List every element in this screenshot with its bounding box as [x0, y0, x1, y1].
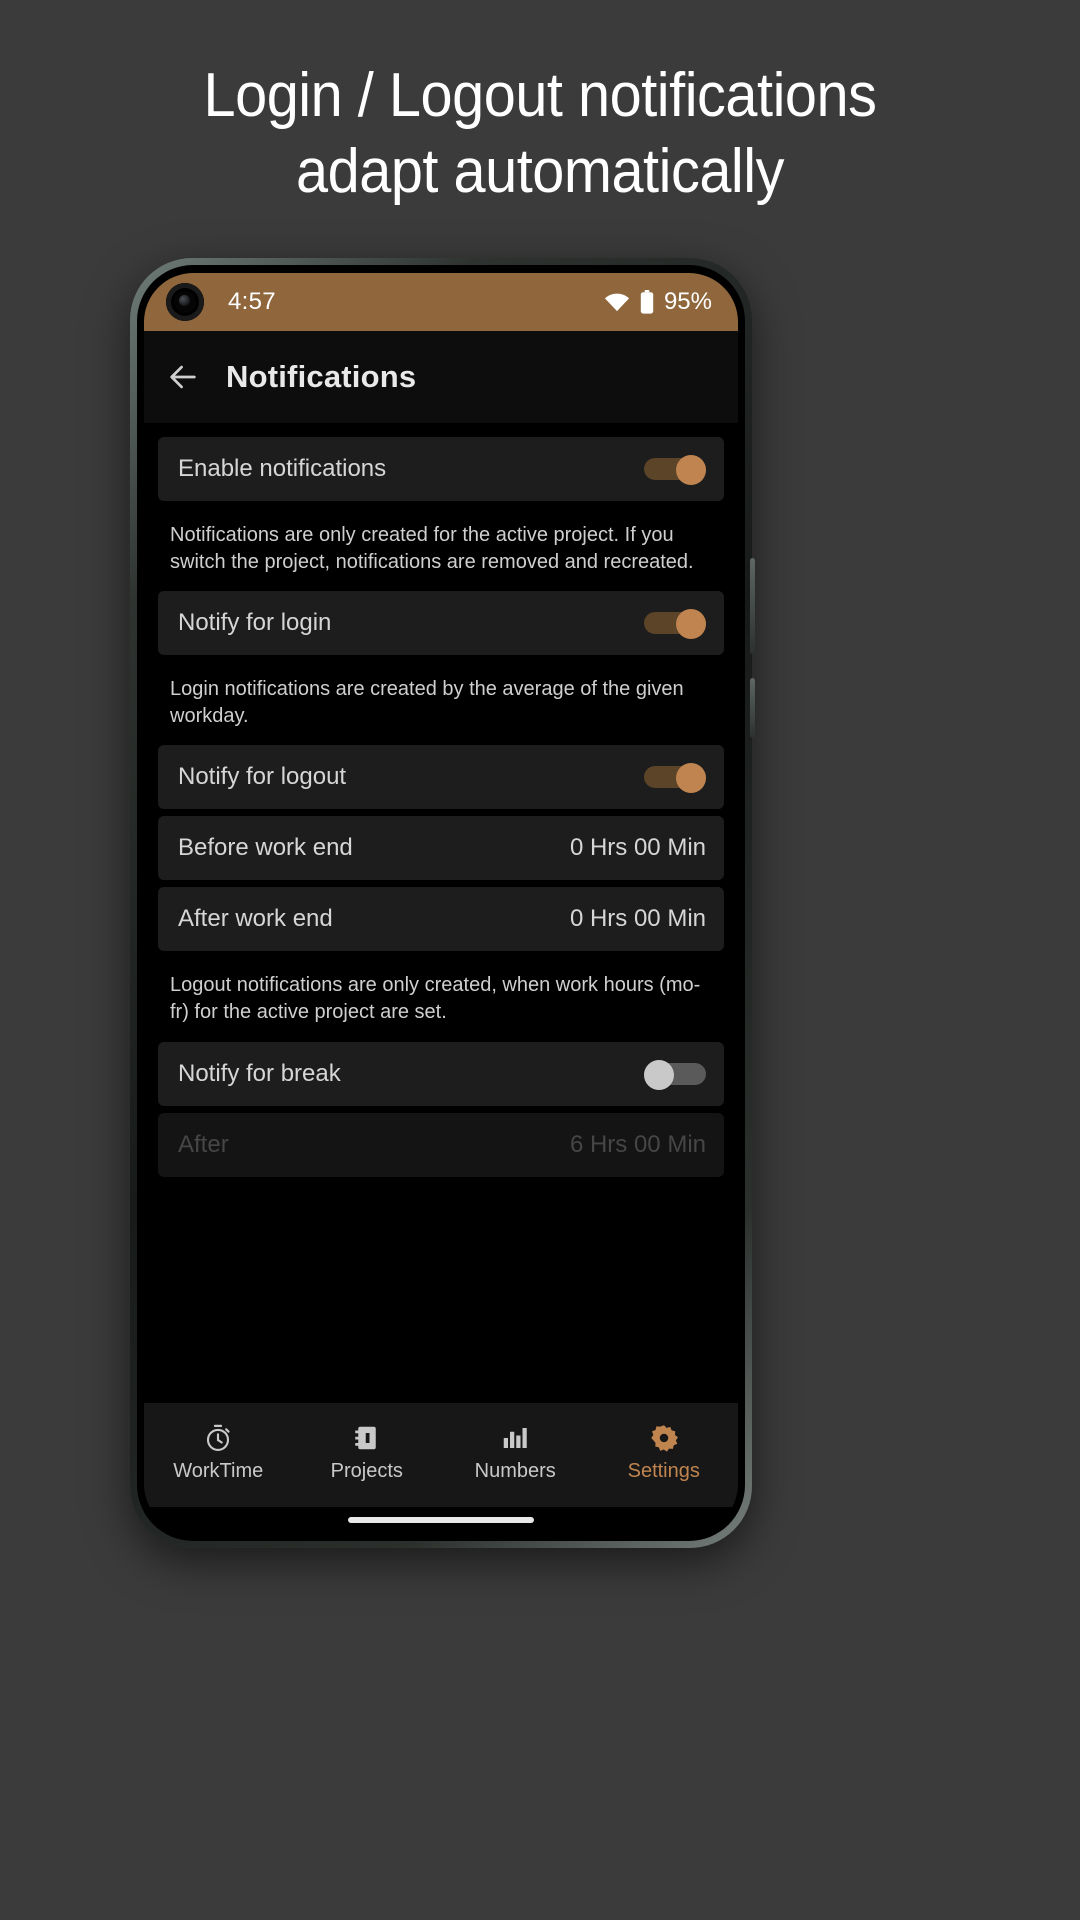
projects-icon: [355, 1426, 376, 1450]
row-enable-notifications[interactable]: Enable notifications: [158, 437, 724, 501]
phone-bezel: 4:57 95% Notifications Enable notificati…: [137, 265, 745, 1541]
hint-notify-login: Login notifications are created by the a…: [170, 678, 684, 727]
power-button[interactable]: [750, 558, 755, 654]
nav-label: Settings: [627, 1460, 700, 1482]
row-notify-logout[interactable]: Notify for logout: [158, 745, 724, 810]
stopwatch-icon: [207, 1424, 230, 1451]
status-bar-icons: 95%: [604, 288, 712, 316]
toggle-notify-login[interactable]: [644, 609, 706, 640]
battery-icon: [640, 290, 654, 314]
nav-item-numbers[interactable]: Numbers: [441, 1423, 590, 1483]
status-bar: 4:57 95%: [144, 273, 738, 331]
toggle-enable-notifications[interactable]: [644, 455, 706, 485]
nav-label: WorkTime: [173, 1460, 264, 1482]
bar-chart-icon: [504, 1428, 527, 1448]
phone-screen: 4:57 95% Notifications Enable notificati…: [144, 273, 738, 1533]
nav-item-worktime[interactable]: WorkTime: [144, 1423, 293, 1483]
status-bar-time: 4:57: [228, 288, 276, 315]
row-before-work-end[interactable]: Before work end 0 Hrs 00 Min: [158, 816, 724, 881]
row-label: Enable notifications: [178, 455, 387, 482]
row-label: After: [178, 1130, 229, 1158]
row-break-after: After 6 Hrs 00 Min: [158, 1112, 724, 1177]
toggle-notify-logout[interactable]: [644, 763, 706, 794]
headline-line-2: adapt automatically: [296, 136, 784, 206]
row-after-work-end[interactable]: After work end 0 Hrs 00 Min: [158, 887, 724, 952]
bottom-navigation: WorkTime Projects Numbers Settings: [144, 1403, 738, 1507]
phone-mockup-frame: 4:57 95% Notifications Enable notificati…: [130, 258, 755, 1548]
row-label: Before work end: [178, 834, 353, 862]
app-bar: Notifications: [144, 331, 738, 423]
row-value: 6 Hrs 00 Min: [569, 1130, 706, 1158]
nav-label: Projects: [330, 1460, 403, 1482]
row-notify-break[interactable]: Notify for break: [158, 1041, 724, 1106]
gear-icon: [651, 1425, 678, 1452]
nav-label: Numbers: [474, 1460, 556, 1482]
app-bar-title: Notifications: [226, 359, 417, 394]
toggle-knob: [676, 609, 706, 640]
home-indicator-bar: [144, 1507, 738, 1533]
nav-item-projects[interactable]: Projects: [293, 1423, 442, 1483]
row-label: After work end: [178, 905, 333, 933]
volume-button[interactable]: [750, 678, 755, 738]
row-label: Notify for logout: [178, 763, 347, 791]
wifi-icon: [604, 293, 629, 311]
battery-percentage: 95%: [663, 288, 712, 315]
row-value: 0 Hrs 00 Min: [569, 834, 706, 862]
row-label: Notify for login: [178, 609, 332, 637]
front-camera-punch-hole-icon: [166, 283, 204, 321]
page-title: Login / Logout notifications adapt autom…: [38, 58, 1042, 209]
row-label: Notify for break: [178, 1059, 341, 1087]
promo-screenshot: Login / Logout notifications adapt autom…: [0, 0, 1080, 1920]
hint-enable-notifications: Notifications are only created for the a…: [170, 524, 694, 573]
hint-notify-logout: Logout notifications are only created, w…: [170, 974, 701, 1023]
row-value: 0 Hrs 00 Min: [569, 905, 706, 933]
home-indicator[interactable]: [348, 1517, 534, 1523]
back-arrow-icon[interactable]: [166, 360, 200, 394]
nav-item-settings[interactable]: Settings: [590, 1423, 739, 1483]
toggle-knob: [676, 763, 706, 794]
settings-list: Enable notifications Notifications are o…: [144, 423, 738, 1403]
headline-line-1: Login / Logout notifications: [203, 61, 877, 130]
row-notify-login[interactable]: Notify for login: [158, 591, 724, 656]
toggle-knob: [644, 1059, 674, 1090]
toggle-knob: [676, 455, 706, 485]
toggle-notify-break[interactable]: [644, 1059, 706, 1090]
